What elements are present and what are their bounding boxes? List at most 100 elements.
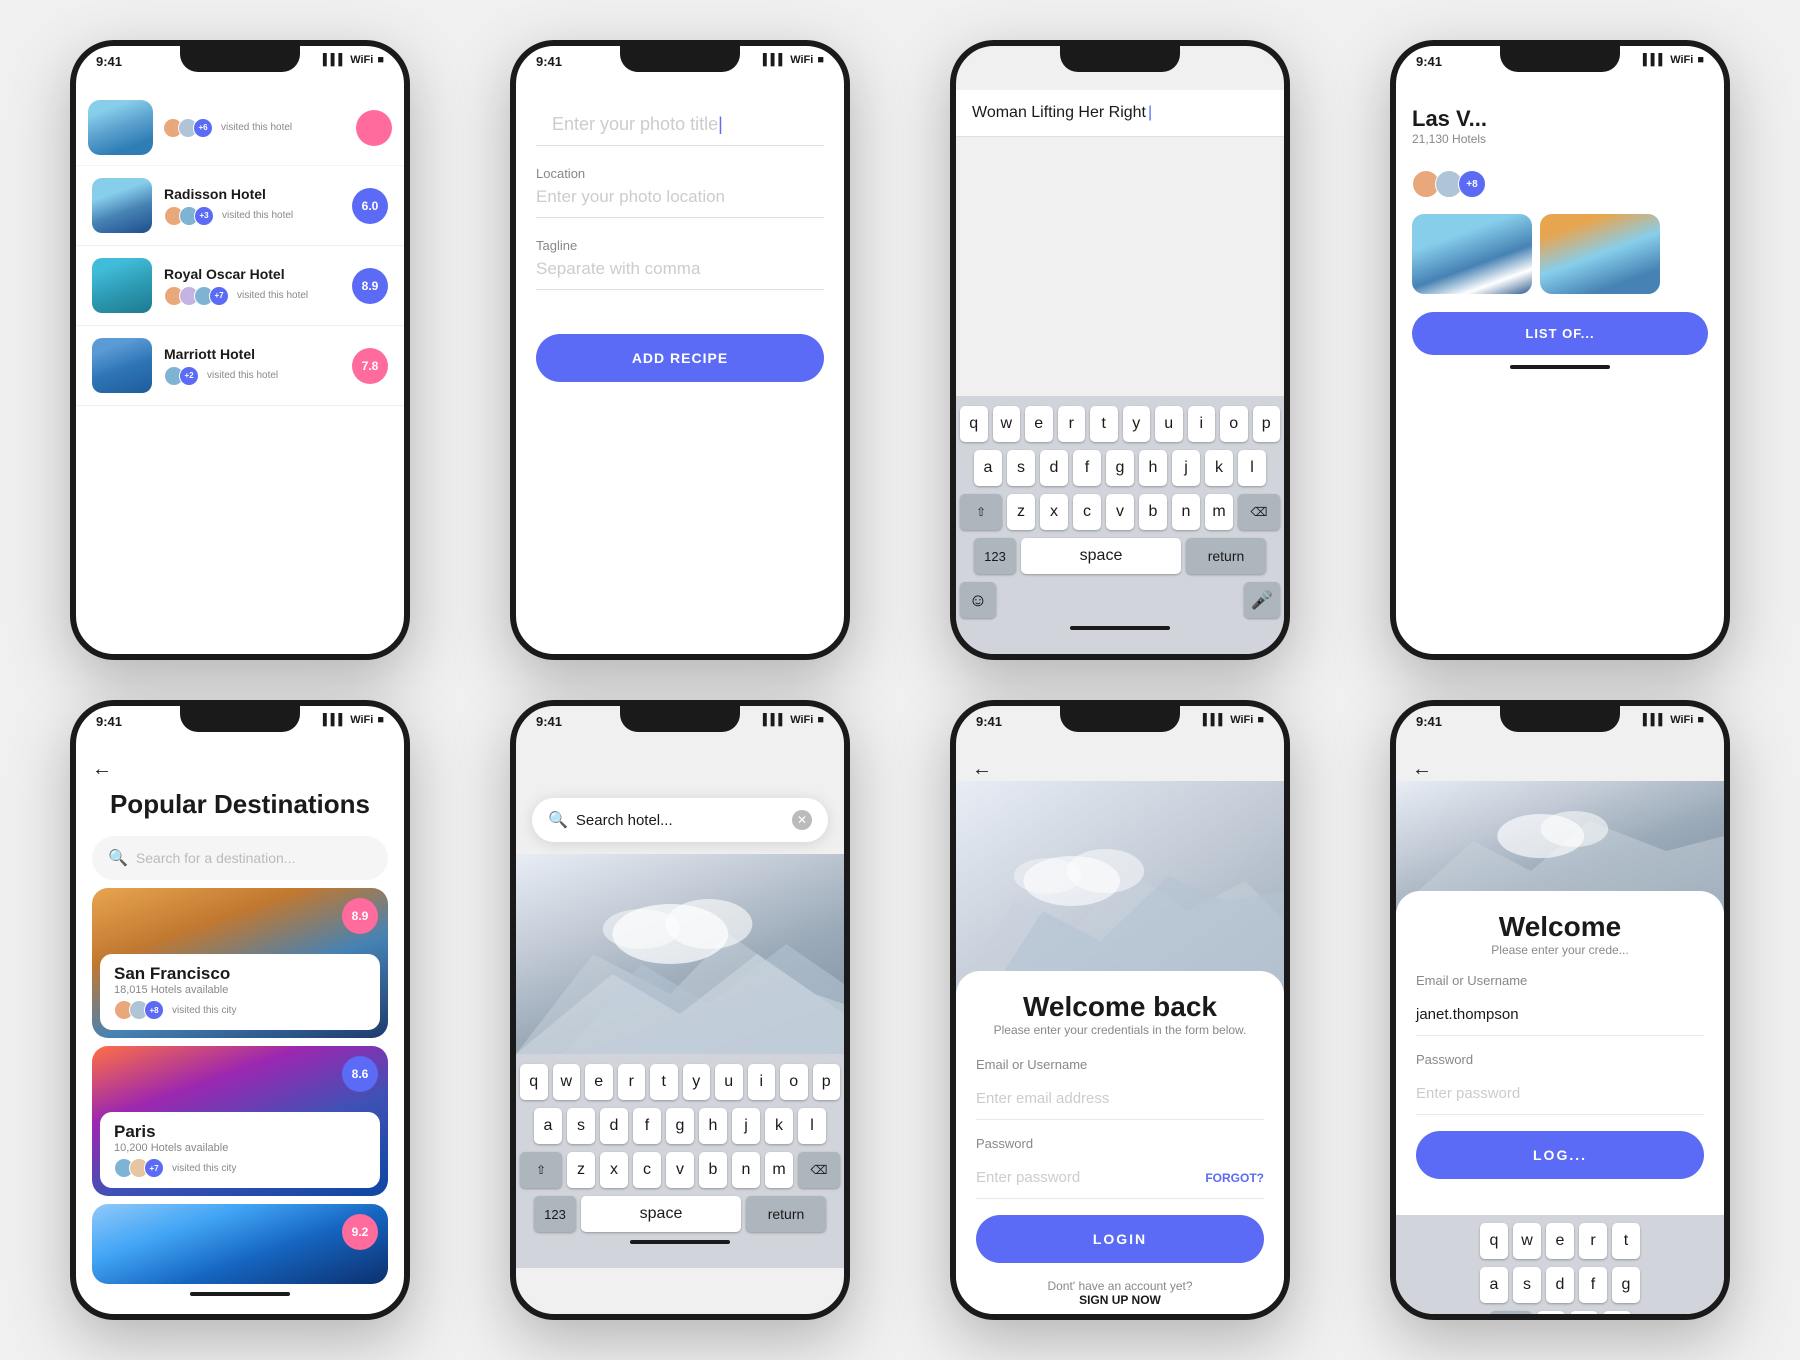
- dest-card-paris[interactable]: 8.6 Paris 10,200 Hotels available +7 vis…: [92, 1046, 388, 1196]
- key-c[interactable]: c: [1073, 494, 1101, 530]
- mic-key[interactable]: 🎤: [1244, 582, 1280, 618]
- key-hs-shift[interactable]: ⇧: [520, 1152, 562, 1188]
- key-y[interactable]: y: [1123, 406, 1151, 442]
- key-hs-y[interactable]: y: [683, 1064, 711, 1100]
- back-arrow-login[interactable]: ←: [956, 750, 1284, 781]
- key-n[interactable]: n: [1172, 494, 1200, 530]
- key-k[interactable]: k: [1205, 450, 1233, 486]
- key-hs-d[interactable]: d: [600, 1108, 628, 1144]
- key-hs-f[interactable]: f: [633, 1108, 661, 1144]
- key-l2-e[interactable]: e: [1546, 1223, 1574, 1259]
- key-hs-n[interactable]: n: [732, 1152, 760, 1188]
- clear-button-hs[interactable]: ✕: [792, 810, 812, 830]
- key-l2-f[interactable]: f: [1579, 1267, 1607, 1303]
- back-arrow-login2[interactable]: ←: [1396, 750, 1724, 781]
- key-hs-delete[interactable]: ⌫: [798, 1152, 840, 1188]
- key-hs-v[interactable]: v: [666, 1152, 694, 1188]
- hotel-item-radisson[interactable]: Radisson Hotel +3 visited this hotel 6.0: [76, 166, 404, 246]
- login-button[interactable]: LOGIN: [976, 1215, 1264, 1263]
- key-hs-u[interactable]: u: [715, 1064, 743, 1100]
- key-hs-s[interactable]: s: [567, 1108, 595, 1144]
- key-hs-c[interactable]: c: [633, 1152, 661, 1188]
- key-v[interactable]: v: [1106, 494, 1134, 530]
- forgot-link[interactable]: FORGOT?: [1205, 1171, 1264, 1185]
- key-l[interactable]: l: [1238, 450, 1266, 486]
- key-numbers[interactable]: 123: [974, 538, 1016, 574]
- key-hs-b[interactable]: b: [699, 1152, 727, 1188]
- key-hs-t[interactable]: t: [650, 1064, 678, 1100]
- key-l2-x[interactable]: x: [1570, 1311, 1598, 1314]
- key-x[interactable]: x: [1040, 494, 1068, 530]
- key-a[interactable]: a: [974, 450, 1002, 486]
- key-hs-numbers[interactable]: 123: [534, 1196, 576, 1232]
- key-d[interactable]: d: [1040, 450, 1068, 486]
- key-l2-a[interactable]: a: [1480, 1267, 1508, 1303]
- hotel-search-bar[interactable]: 🔍 Search hotel... ✕: [532, 798, 828, 842]
- key-r[interactable]: r: [1058, 406, 1086, 442]
- key-space[interactable]: space: [1021, 538, 1181, 574]
- key-l2-d[interactable]: d: [1546, 1267, 1574, 1303]
- key-s[interactable]: s: [1007, 450, 1035, 486]
- key-b[interactable]: b: [1139, 494, 1167, 530]
- location-input[interactable]: Enter your photo location: [536, 187, 824, 218]
- key-o[interactable]: o: [1220, 406, 1248, 442]
- key-l2-c[interactable]: c: [1603, 1311, 1631, 1314]
- key-m[interactable]: m: [1205, 494, 1233, 530]
- key-delete[interactable]: ⌫: [1238, 494, 1280, 530]
- key-e[interactable]: e: [1025, 406, 1053, 442]
- key-l2-w[interactable]: w: [1513, 1223, 1541, 1259]
- key-l2-shift[interactable]: ⇧: [1490, 1311, 1532, 1314]
- key-l2-r[interactable]: r: [1579, 1223, 1607, 1259]
- key-l2-z[interactable]: z: [1537, 1311, 1565, 1314]
- key-hs-p[interactable]: p: [813, 1064, 841, 1100]
- email-input-2[interactable]: janet.thompson: [1416, 994, 1704, 1036]
- key-hs-j[interactable]: j: [732, 1108, 760, 1144]
- signup-link[interactable]: SIGN UP NOW: [1079, 1293, 1161, 1307]
- hotel-item-marriott[interactable]: Marriott Hotel +2 visited this hotel 7.8: [76, 326, 404, 406]
- list-of-button[interactable]: LIST OF...: [1412, 312, 1708, 355]
- title-input[interactable]: Enter your photo title: [536, 102, 824, 146]
- password-input-2[interactable]: Enter password: [1416, 1073, 1704, 1115]
- key-l2-s[interactable]: s: [1513, 1267, 1541, 1303]
- keyboard-text-field[interactable]: Woman Lifting Her Right |: [972, 104, 1268, 122]
- key-hs-w[interactable]: w: [553, 1064, 581, 1100]
- key-hs-x[interactable]: x: [600, 1152, 628, 1188]
- key-w[interactable]: w: [993, 406, 1021, 442]
- key-t[interactable]: t: [1090, 406, 1118, 442]
- tagline-input[interactable]: Separate with comma: [536, 259, 824, 290]
- key-q[interactable]: q: [960, 406, 988, 442]
- key-hs-return[interactable]: return: [746, 1196, 826, 1232]
- key-hs-k[interactable]: k: [765, 1108, 793, 1144]
- key-p[interactable]: p: [1253, 406, 1281, 442]
- key-l2-q[interactable]: q: [1480, 1223, 1508, 1259]
- dest-card-nyc[interactable]: 9.2: [92, 1204, 388, 1284]
- email-input[interactable]: Enter email address: [976, 1078, 1264, 1120]
- key-j[interactable]: j: [1172, 450, 1200, 486]
- key-l2-g[interactable]: g: [1612, 1267, 1640, 1303]
- key-hs-z[interactable]: z: [567, 1152, 595, 1188]
- dest-card-sf[interactable]: 8.9 San Francisco 18,015 Hotels availabl…: [92, 888, 388, 1038]
- key-u[interactable]: u: [1155, 406, 1183, 442]
- back-arrow-dest[interactable]: ←: [76, 750, 404, 781]
- key-hs-q[interactable]: q: [520, 1064, 548, 1100]
- key-hs-m[interactable]: m: [765, 1152, 793, 1188]
- search-bar-dest[interactable]: 🔍 Search for a destination...: [92, 836, 388, 880]
- key-hs-i[interactable]: i: [748, 1064, 776, 1100]
- key-hs-r[interactable]: r: [618, 1064, 646, 1100]
- key-f[interactable]: f: [1073, 450, 1101, 486]
- key-g[interactable]: g: [1106, 450, 1134, 486]
- emoji-key[interactable]: ☺: [960, 582, 996, 618]
- key-hs-o[interactable]: o: [780, 1064, 808, 1100]
- add-recipe-button[interactable]: ADD RECIPE: [536, 334, 824, 382]
- key-hs-e[interactable]: e: [585, 1064, 613, 1100]
- key-l2-t[interactable]: t: [1612, 1223, 1640, 1259]
- password-input[interactable]: Enter password FORGOT?: [976, 1157, 1264, 1199]
- login-button-2[interactable]: LOG...: [1416, 1131, 1704, 1179]
- key-hs-space[interactable]: space: [581, 1196, 741, 1232]
- key-h[interactable]: h: [1139, 450, 1167, 486]
- key-hs-a[interactable]: a: [534, 1108, 562, 1144]
- key-shift[interactable]: ⇧: [960, 494, 1002, 530]
- key-z[interactable]: z: [1007, 494, 1035, 530]
- key-return[interactable]: return: [1186, 538, 1266, 574]
- hotel-item-royal[interactable]: Royal Oscar Hotel +7 visited this hotel …: [76, 246, 404, 326]
